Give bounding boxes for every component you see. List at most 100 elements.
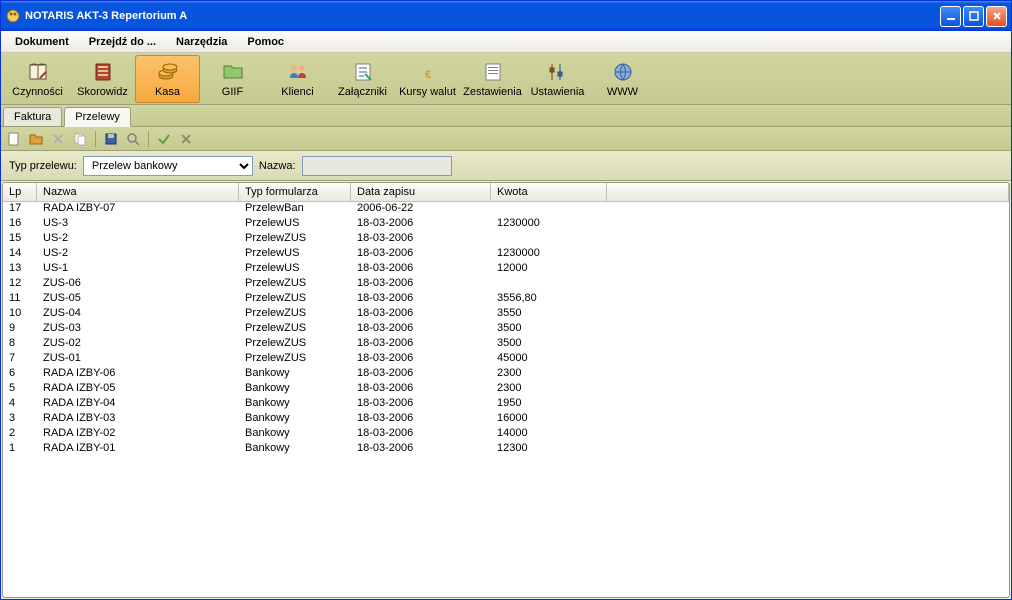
open-icon[interactable]	[27, 130, 45, 148]
table-row[interactable]: 5RADA IZBY-05Bankowy18-03-20062300	[3, 382, 1009, 397]
table-row[interactable]: 4RADA IZBY-04Bankowy18-03-20061950	[3, 397, 1009, 412]
maximize-button[interactable]	[963, 6, 984, 27]
euro-icon: €	[416, 60, 440, 84]
cell-lp: 8	[3, 337, 37, 352]
delete-icon[interactable]	[49, 130, 67, 148]
table-row[interactable]: 16US-3PrzelewUS18-03-20061230000	[3, 217, 1009, 232]
data-grid[interactable]: Lp Nazwa Typ formularza Data zapisu Kwot…	[2, 182, 1010, 598]
cell-rest	[607, 352, 1009, 367]
table-row[interactable]: 11ZUS-05PrzelewZUS18-03-20063556,80	[3, 292, 1009, 307]
sub-toolbar	[1, 127, 1011, 151]
col-nazwa[interactable]: Nazwa	[37, 183, 239, 201]
cell-data: 18-03-2006	[351, 382, 491, 397]
menu-pomoc[interactable]: Pomoc	[239, 33, 292, 51]
tool-label: GIIF	[222, 86, 243, 98]
cell-kwota: 3500	[491, 337, 607, 352]
typ-select[interactable]: Przelew bankowy	[83, 156, 253, 176]
cell-lp: 1	[3, 442, 37, 457]
cell-rest	[607, 397, 1009, 412]
window-controls	[940, 6, 1007, 27]
table-row[interactable]: 10ZUS-04PrzelewZUS18-03-20063550	[3, 307, 1009, 322]
check-icon[interactable]	[155, 130, 173, 148]
cell-data: 18-03-2006	[351, 442, 491, 457]
tool-zalaczniki[interactable]: Załączniki	[330, 55, 395, 103]
save-icon[interactable]	[102, 130, 120, 148]
tool-www[interactable]: WWW	[590, 55, 655, 103]
cell-rest	[607, 367, 1009, 382]
cell-lp: 17	[3, 202, 37, 217]
people-icon	[286, 60, 310, 84]
cell-lp: 11	[3, 292, 37, 307]
cell-lp: 4	[3, 397, 37, 412]
cell-typ: PrzelewUS	[239, 247, 351, 262]
cell-kwota: 14000	[491, 427, 607, 442]
grid-body: 17RADA IZBY-07PrzelewBan2006-06-2216US-3…	[3, 202, 1009, 457]
minimize-button[interactable]	[940, 6, 961, 27]
table-row[interactable]: 2RADA IZBY-02Bankowy18-03-200614000	[3, 427, 1009, 442]
table-row[interactable]: 1RADA IZBY-01Bankowy18-03-200612300	[3, 442, 1009, 457]
cell-kwota: 1230000	[491, 247, 607, 262]
cell-typ: PrzelewZUS	[239, 232, 351, 247]
cell-data: 18-03-2006	[351, 277, 491, 292]
col-kwota[interactable]: Kwota	[491, 183, 607, 201]
table-row[interactable]: 8ZUS-02PrzelewZUS18-03-20063500	[3, 337, 1009, 352]
tool-czynnosci[interactable]: Czynności	[5, 55, 70, 103]
cell-kwota: 3550	[491, 307, 607, 322]
cell-nazwa: RADA IZBY-01	[37, 442, 239, 457]
new-icon[interactable]	[5, 130, 23, 148]
menu-przejdz[interactable]: Przejdź do ...	[81, 33, 164, 51]
tool-ustawienia[interactable]: Ustawienia	[525, 55, 590, 103]
tool-klienci[interactable]: Klienci	[265, 55, 330, 103]
cell-kwota	[491, 277, 607, 292]
table-row[interactable]: 14US-2PrzelewUS18-03-20061230000	[3, 247, 1009, 262]
cell-nazwa: US-2	[37, 232, 239, 247]
cancel-icon[interactable]	[177, 130, 195, 148]
cell-lp: 5	[3, 382, 37, 397]
tool-label: Czynności	[12, 86, 63, 98]
table-row[interactable]: 13US-1PrzelewUS18-03-200612000	[3, 262, 1009, 277]
table-row[interactable]: 17RADA IZBY-07PrzelewBan2006-06-22	[3, 202, 1009, 217]
cell-data: 18-03-2006	[351, 337, 491, 352]
table-row[interactable]: 12ZUS-06PrzelewZUS18-03-2006	[3, 277, 1009, 292]
tool-zestawienia[interactable]: Zestawienia	[460, 55, 525, 103]
cell-lp: 2	[3, 427, 37, 442]
tool-kasa[interactable]: Kasa	[135, 55, 200, 103]
search-icon[interactable]	[124, 130, 142, 148]
cell-nazwa: RADA IZBY-07	[37, 202, 239, 217]
tool-kursy[interactable]: € Kursy walut	[395, 55, 460, 103]
cell-kwota	[491, 232, 607, 247]
tab-faktura[interactable]: Faktura	[3, 107, 62, 126]
cell-typ: Bankowy	[239, 382, 351, 397]
tab-przelewy[interactable]: Przelewy	[64, 107, 131, 127]
col-data[interactable]: Data zapisu	[351, 183, 491, 201]
cell-kwota: 2300	[491, 382, 607, 397]
tool-skorowidz[interactable]: Skorowidz	[70, 55, 135, 103]
menu-narzedzia[interactable]: Narzędzia	[168, 33, 235, 51]
table-row[interactable]: 7ZUS-01PrzelewZUS18-03-200645000	[3, 352, 1009, 367]
tool-giif[interactable]: GIIF	[200, 55, 265, 103]
cell-data: 18-03-2006	[351, 307, 491, 322]
typ-label: Typ przelewu:	[9, 160, 77, 172]
cell-kwota: 45000	[491, 352, 607, 367]
cell-nazwa: ZUS-05	[37, 292, 239, 307]
tool-label: Kasa	[155, 86, 180, 98]
col-rest[interactable]	[607, 183, 1009, 201]
index-icon	[91, 60, 115, 84]
copy-icon[interactable]	[71, 130, 89, 148]
nazwa-input[interactable]	[302, 156, 452, 176]
table-row[interactable]: 15US-2PrzelewZUS18-03-2006	[3, 232, 1009, 247]
close-button[interactable]	[986, 6, 1007, 27]
nazwa-label: Nazwa:	[259, 160, 296, 172]
main-toolbar: Czynności Skorowidz Kasa GIIF Klienci Za…	[1, 53, 1011, 105]
cell-rest	[607, 382, 1009, 397]
menu-dokument[interactable]: Dokument	[7, 33, 77, 51]
table-row[interactable]: 6RADA IZBY-06Bankowy18-03-20062300	[3, 367, 1009, 382]
table-row[interactable]: 3RADA IZBY-03Bankowy18-03-200616000	[3, 412, 1009, 427]
col-lp[interactable]: Lp	[3, 183, 37, 201]
menubar: Dokument Przejdź do ... Narzędzia Pomoc	[1, 31, 1011, 53]
cell-data: 18-03-2006	[351, 352, 491, 367]
table-row[interactable]: 9ZUS-03PrzelewZUS18-03-20063500	[3, 322, 1009, 337]
col-typ[interactable]: Typ formularza	[239, 183, 351, 201]
cell-rest	[607, 307, 1009, 322]
cell-nazwa: RADA IZBY-02	[37, 427, 239, 442]
